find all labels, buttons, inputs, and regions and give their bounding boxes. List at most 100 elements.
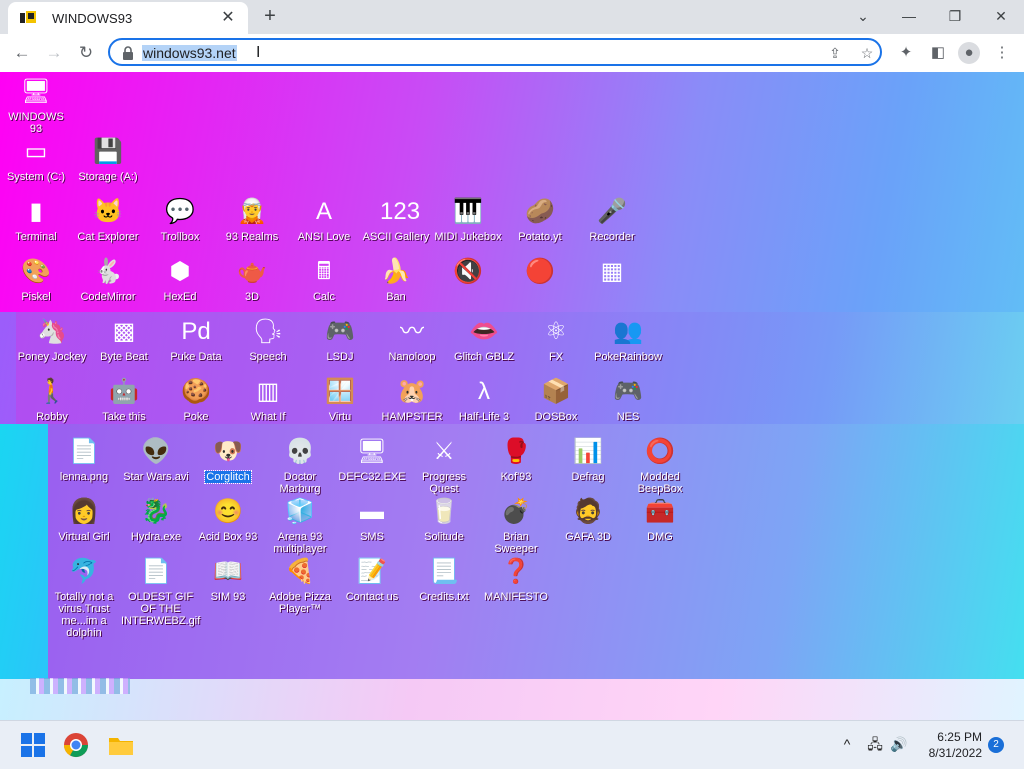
doctor-marburg-icon: 💀 [285,438,315,465]
notification-badge[interactable]: 2 [988,737,1004,753]
desktop-icon-defc32-exe[interactable]: 🖥 DEFC32.EXE [336,436,408,483]
desktop-icon-hexed[interactable]: ⬢ HexEd [144,256,216,303]
close-window-icon[interactable]: ✕ [987,6,1015,26]
desktop-icon-poke[interactable]: 🍪 Poke [160,376,232,423]
desktop-icon-ascii-gallery[interactable]: 123 ASCII Gallery [360,196,432,243]
menu-icon[interactable]: ⋮ [991,42,1013,64]
desktop-icon-corglitch[interactable]: 🐶 Corglitch [192,436,264,484]
desktop-icon-nes[interactable]: 🎮 NES [592,376,664,423]
desktop-icon-kof-93[interactable]: 🥊 Kof'93 [480,436,552,483]
desktop-icon-windows-93[interactable]: 🖥 WINDOWS 93 [0,76,72,135]
new-tab-button[interactable]: + [259,5,281,27]
desktop-icon-byte-beat[interactable]: ▩ Byte Beat [88,316,160,363]
file-explorer-icon[interactable] [106,730,136,760]
desktop-icon-ban[interactable]: 🍌 Ban [360,256,432,303]
desktop-icon-nanoloop[interactable]: 〰 Nanoloop [376,316,448,363]
profile-avatar-icon[interactable]: ● [958,42,980,64]
restore-icon[interactable]: ❐ [941,6,969,26]
desktop-icon-credits-txt[interactable]: 📃 Credits.txt [408,556,480,603]
chrome-icon[interactable] [61,730,91,760]
tab-search-icon[interactable]: ⌄ [849,6,877,26]
desktop-icon-arena-93-multiplayer[interactable]: 🧊 Arena 93 multiplayer [264,496,336,555]
desktop-icon-oldest-gif-of-the-interwebz-gif[interactable]: 📄 OLDEST GIF OF THE INTERWEBZ.gif [120,556,200,627]
desktop-icon-label: Corglitch [204,470,252,484]
desktop-icon-glitch-gblz[interactable]: 👄 Glitch GBLZ [448,316,520,363]
desktop-icon-ansi-love[interactable]: A ANSI Love [288,196,360,243]
desktop-icon-puke-data[interactable]: Pd Puke Data [160,316,232,363]
desktop-icon-dosbox[interactable]: 📦 DOSBox [520,376,592,423]
desktop-icon-adobe-pizza-player[interactable]: 🍕 Adobe Pizza Player™ [264,556,336,615]
desktop-icon-progress-quest[interactable]: ⚔ Progress Quest [408,436,480,495]
desktop-icon-codemirror[interactable]: 🐇 CodeMirror [72,256,144,303]
desktop-icon-sms[interactable]: ▬ SMS [336,496,408,543]
share-icon[interactable]: ⇪ [826,44,844,62]
back-icon[interactable]: ← [10,41,34,65]
minimize-icon[interactable]: — [895,6,923,26]
desktop-icon-defrag[interactable]: 📊 Defrag [552,436,624,483]
desktop-icon-midi-jukebox[interactable]: 🎹 MIDI Jukebox [432,196,504,243]
hexed-icon: ⬢ [169,258,191,285]
desktop-icon-solitude[interactable]: 🥛 Solitude [408,496,480,543]
desktop-icon-sim-93[interactable]: 📖 SIM 93 [192,556,264,603]
desktop-icon-hydra-exe[interactable]: 🐉 Hydra.exe [120,496,192,543]
desktop-icon-gafa-3d[interactable]: 🧔 GAFA 3D [552,496,624,543]
desktop-icon-virtual-girl[interactable]: 👩 Virtual Girl [48,496,120,543]
desktop-icon-label: Speech [249,351,287,363]
desktop-icon-dmg[interactable]: 🧰 DMG [624,496,696,543]
extensions-icon[interactable]: ✦ [895,42,917,64]
clock[interactable]: 6:25 PM 8/31/2022 [912,729,982,761]
desktop-icon-contact-us[interactable]: 📝 Contact us [336,556,408,603]
browser-tab[interactable]: WINDOWS93 ✕ [8,2,248,34]
desktop-icon-half-life-3[interactable]: λ Half-Life 3 [448,376,520,423]
desktop-icon-unnamed[interactable]: 🔴 [504,256,576,303]
desktop-icon-unnamed[interactable]: ▦ [576,256,648,303]
desktop-icon-modded-beepbox[interactable]: ⭕ Modded BeepBox [624,436,696,495]
start-windows-icon[interactable] [18,730,48,760]
desktop-icon-label: Storage (A:) [78,171,138,183]
desktop-icon-cat-explorer[interactable]: 🐱 Cat Explorer [72,196,144,243]
desktop-icon-doctor-marburg[interactable]: 💀 Doctor Marburg [264,436,336,495]
desktop-icon-unnamed[interactable]: 🔇 [432,256,504,303]
reload-icon[interactable]: ↻ [74,41,98,65]
desktop-icon-piskel[interactable]: 🎨 Piskel [0,256,72,303]
desktop-icon-hampster[interactable]: 🐹 HAMPSTER [376,376,448,423]
desktop-icon-virtu[interactable]: 🪟 Virtu [304,376,376,423]
side-panel-icon[interactable]: ◧ [927,42,949,64]
desktop-icon-speech[interactable]: 🗣 Speech [232,316,304,363]
desktop-icon-3d[interactable]: 🫖 3D [216,256,288,303]
desktop-icon-manifesto[interactable]: ❓ MANIFESTO [480,556,552,603]
desktop-icon-label: Piskel [21,291,51,303]
desktop-icon-pokerainbow[interactable]: 👥 PokeRainbow [592,316,664,363]
url-text[interactable]: windows93.net [142,45,237,61]
desktop-icon-take-this[interactable]: 🤖 Take this [88,376,160,423]
close-tab-icon[interactable]: ✕ [218,8,238,28]
forward-icon[interactable]: → [42,41,66,65]
desktop-icon-recorder[interactable]: 🎤 Recorder [576,196,648,243]
desktop-icon-storage-a[interactable]: 💾 Storage (A:) [72,136,144,183]
desktop-icon-label: Contact us [345,591,399,603]
bookmark-star-icon[interactable]: ☆ [858,44,876,62]
network-icon[interactable]: 🖧 [866,735,884,753]
desktop-icon-lsdj[interactable]: 🎮 LSDJ [304,316,376,363]
desktop-icon-label: DOSBox [534,411,578,423]
desktop-icon-brian-sweeper[interactable]: 💣 Brian Sweeper [480,496,552,555]
desktop-icon-star-wars-avi[interactable]: 👽 Star Wars.avi [120,436,192,483]
desktop-icon-label: HexEd [163,291,197,303]
windows93-desktop[interactable]: 🖥 WINDOWS 93 ▭ System (C:) 💾 Storage (A:) ▮ Ter… [0,72,1024,720]
address-bar[interactable]: windows93.net I ⇪ ☆ [108,38,882,66]
volume-icon[interactable]: 🔊 [890,735,908,753]
desktop-icon-calc[interactable]: 🖩 Calc [288,256,360,303]
desktop-icon-robby[interactable]: 🚶 Robby [16,376,88,423]
desktop-icon-lenna-png[interactable]: 📄 lenna.png [48,436,120,483]
desktop-icon-acid-box-93[interactable]: 😊 Acid Box 93 [192,496,264,543]
desktop-icon-93-realms[interactable]: 🧝 93 Realms [216,196,288,243]
desktop-icon-poney-jockey[interactable]: 🦄 Poney Jockey [16,316,88,363]
chevron-up-icon[interactable]: ^ [838,735,856,753]
desktop-icon-potato-yt[interactable]: 🥔 Potato.yt [504,196,576,243]
desktop-icon-fx[interactable]: ⚛ FX [520,316,592,363]
desktop-icon-trollbox[interactable]: 💬 Trollbox [144,196,216,243]
desktop-icon-what-if[interactable]: ▥ What If [232,376,304,423]
desktop-icon-terminal[interactable]: ▮ Terminal [0,196,72,243]
desktop-icon-system-c[interactable]: ▭ System (C:) [0,136,72,183]
desktop-icon-totally-not-a-virus-trust-me-im-a-dolphin[interactable]: 🐬 Totally not a virus.Trust me...im a dol… [48,556,120,639]
